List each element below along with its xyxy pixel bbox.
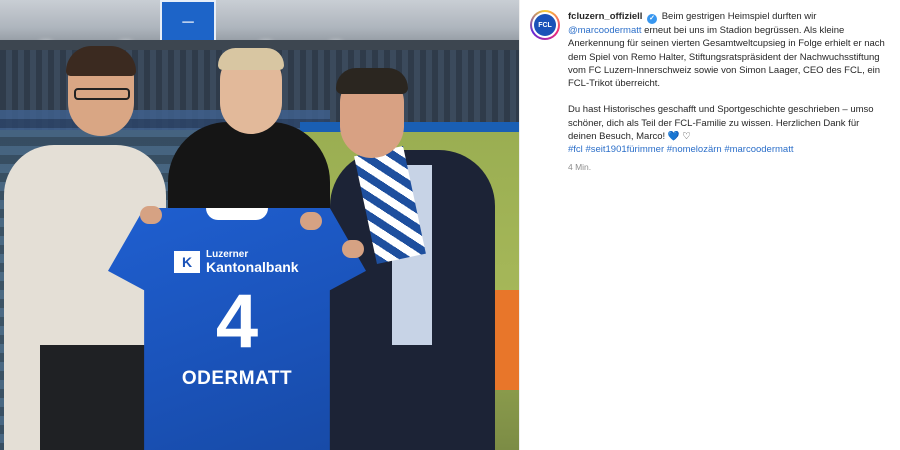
hand — [342, 240, 364, 258]
club-crest-icon: FCL — [534, 14, 556, 36]
jersey-number: 4 — [215, 279, 259, 364]
instagram-post: ─ K Luzerner Kantonalbank 4 ODERMATT FCL… — [0, 0, 900, 450]
glasses — [74, 88, 130, 100]
caption-part1: Beim gestrigen Heimspiel durften wir — [661, 11, 817, 22]
mention-link[interactable]: @marcoodermatt — [568, 25, 642, 36]
avatar[interactable]: FCL — [530, 10, 560, 40]
blue-heart-icon: 💙 — [667, 131, 680, 143]
person-left-hair — [66, 46, 136, 76]
hashtag-link[interactable]: #marcoodermatt — [724, 144, 793, 155]
caption-row: FCL fcluzern_offiziell ✓ Beim gestrigen … — [530, 10, 890, 174]
hashtags: #fcl #seit1901fürimmer #nomelozärn #marc… — [568, 143, 890, 156]
hand — [300, 212, 322, 230]
hand — [140, 206, 162, 224]
post-timestamp[interactable]: 4 Min. — [568, 161, 890, 174]
white-heart-icon: ♡ — [682, 131, 691, 143]
sponsor-logo-icon: K — [174, 251, 200, 273]
hashtag-link[interactable]: #seit1901fürimmer — [585, 144, 664, 155]
caption-text: fcluzern_offiziell ✓ Beim gestrigen Heim… — [568, 10, 890, 174]
jersey-collar — [206, 208, 268, 220]
hashtag-link[interactable]: #nomelozärn — [667, 144, 722, 155]
verified-badge-icon: ✓ — [647, 14, 658, 24]
ad-board — [300, 122, 519, 132]
post-photo[interactable]: ─ K Luzerner Kantonalbank 4 ODERMATT — [0, 0, 519, 450]
jersey-name: ODERMATT — [181, 368, 293, 389]
caption-paragraph-2: Du hast Historisches geschafft und Sport… — [568, 104, 874, 143]
jersey-sponsor: K Luzerner Kantonalbank — [174, 250, 299, 274]
person-middle-hair — [218, 48, 284, 70]
person-left-pants — [40, 345, 150, 450]
sponsor-line2: Kantonalbank — [206, 259, 299, 275]
person-right-hair — [336, 68, 408, 94]
hashtag-link[interactable]: #fcl — [568, 144, 583, 155]
fcl-jersey: K Luzerner Kantonalbank 4 ODERMATT — [108, 208, 366, 450]
caption-panel: FCL fcluzern_offiziell ✓ Beim gestrigen … — [519, 0, 900, 450]
username-link[interactable]: fcluzern_offiziell — [568, 11, 642, 22]
